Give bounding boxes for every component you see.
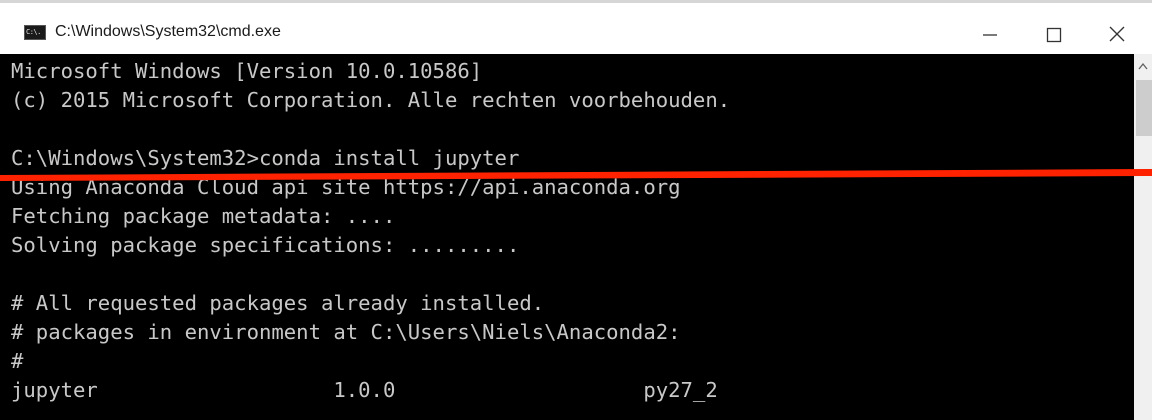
chevron-up-icon: [1138, 62, 1148, 70]
cmd-window: C:\. C:\Windows\System32\cmd.exe Microso…: [0, 0, 1152, 420]
console-line: # All requested packages already install…: [11, 291, 545, 315]
cmd-app-icon[interactable]: C:\.: [24, 25, 46, 40]
console-line: Fetching package metadata: ....: [11, 204, 396, 228]
console-line: Microsoft Windows [Version 10.0.10586]: [11, 59, 483, 83]
console-line: (c) 2015 Microsoft Corporation. Alle rec…: [11, 88, 731, 112]
console-line: jupyter 1.0.0 py27_2: [11, 378, 718, 402]
minimize-icon: [983, 34, 997, 36]
maximize-button[interactable]: [1018, 6, 1088, 57]
title-bar[interactable]: C:\. C:\Windows\System32\cmd.exe: [0, 0, 1152, 54]
console-line: Using Anaconda Cloud api site https://ap…: [11, 175, 681, 199]
close-button[interactable]: [1082, 6, 1152, 57]
scroll-thumb[interactable]: [1136, 80, 1152, 136]
window-title: C:\Windows\System32\cmd.exe: [55, 23, 281, 40]
maximize-icon: [1046, 27, 1062, 43]
close-icon: [1109, 26, 1125, 42]
cmd-app-icon-glyph: C:\.: [26, 28, 41, 36]
console-line: # packages in environment at C:\Users\Ni…: [11, 320, 681, 344]
minimize-button[interactable]: [955, 6, 1025, 57]
console-line: #: [11, 349, 24, 373]
console-line: C:\Windows\System32>conda install jupyte…: [11, 146, 520, 170]
console-line: Solving package specifications: ........…: [11, 233, 520, 257]
scroll-up-button[interactable]: [1134, 54, 1152, 78]
vertical-scrollbar[interactable]: [1134, 54, 1152, 420]
console-output[interactable]: Microsoft Windows [Version 10.0.10586] (…: [0, 54, 1134, 420]
